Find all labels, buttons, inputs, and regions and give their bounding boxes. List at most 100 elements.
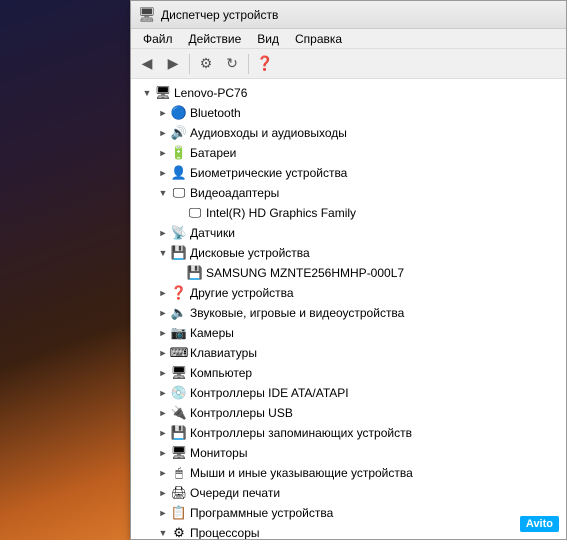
tree-item-processors[interactable]: ⚙ Процессоры xyxy=(131,523,566,539)
processors-icon: ⚙ xyxy=(171,525,187,539)
samsung-expander xyxy=(171,265,187,281)
display-label: Видеоадаптеры xyxy=(190,186,279,200)
usb-label: Контроллеры USB xyxy=(190,406,293,420)
disk-icon: 💾 xyxy=(171,245,187,261)
properties-button[interactable]: ⚙ xyxy=(194,52,218,76)
other-expander[interactable] xyxy=(155,285,171,301)
samsung-icon: 💾 xyxy=(187,265,203,281)
storage-ctrl-expander[interactable] xyxy=(155,425,171,441)
storage-ctrl-icon: 💾 xyxy=(171,425,187,441)
print-label: Очереди печати xyxy=(190,486,280,500)
intel-gpu-icon: 🖵 xyxy=(187,205,203,221)
processors-expander[interactable] xyxy=(155,525,171,539)
tree-item-software[interactable]: 📋 Программные устройства xyxy=(131,503,566,523)
device-manager-window: 🖥 Диспетчер устройств Файл Действие Вид … xyxy=(130,0,567,540)
print-expander[interactable] xyxy=(155,485,171,501)
software-expander[interactable] xyxy=(155,505,171,521)
sensors-icon: 📡 xyxy=(171,225,187,241)
root-expander[interactable] xyxy=(139,85,155,101)
tree-item-display[interactable]: 🖵 Видеоадаптеры xyxy=(131,183,566,203)
menu-help[interactable]: Справка xyxy=(287,30,350,48)
toolbar-separator-1 xyxy=(189,54,190,74)
help-button[interactable]: ❓ xyxy=(253,52,277,76)
keyboards-expander[interactable] xyxy=(155,345,171,361)
mice-label: Мыши и иные указывающие устройства xyxy=(190,466,413,480)
tree-item-sensors[interactable]: 📡 Датчики xyxy=(131,223,566,243)
other-icon: ❓ xyxy=(171,285,187,301)
software-label: Программные устройства xyxy=(190,506,333,520)
tree-item-disk[interactable]: 💾 Дисковые устройства xyxy=(131,243,566,263)
device-tree: 🖥 Lenovo-PC76 🔵 Bluetooth 🔊 Аудиовходы и… xyxy=(131,79,566,539)
processors-label: Процессоры xyxy=(190,526,260,539)
menu-file[interactable]: Файл xyxy=(135,30,181,48)
tree-item-print[interactable]: 🖨 Очереди печати xyxy=(131,483,566,503)
tree-item-storage-ctrl[interactable]: 💾 Контроллеры запоминающих устройств xyxy=(131,423,566,443)
tree-item-computer[interactable]: 🖥 Компьютер xyxy=(131,363,566,383)
other-label: Другие устройства xyxy=(190,286,294,300)
tree-item-intel-gpu[interactable]: 🖵 Intel(R) HD Graphics Family xyxy=(131,203,566,223)
tree-content: 🖥 Lenovo-PC76 🔵 Bluetooth 🔊 Аудиовходы и… xyxy=(131,79,566,539)
menu-view[interactable]: Вид xyxy=(249,30,287,48)
toolbar: ◀ ▶ ⚙ ↻ ❓ xyxy=(131,49,566,79)
tree-item-keyboards[interactable]: ⌨ Клавиатуры xyxy=(131,343,566,363)
monitors-icon: 🖥 xyxy=(171,445,187,461)
ide-label: Контроллеры IDE ATA/ATAPI xyxy=(190,386,349,400)
tree-item-other[interactable]: ❓ Другие устройства xyxy=(131,283,566,303)
window-title: Диспетчер устройств xyxy=(161,8,278,22)
menu-bar: Файл Действие Вид Справка xyxy=(131,29,566,49)
samsung-label: SAMSUNG MZNTE256HMHP-000L7 xyxy=(206,266,404,280)
cameras-icon: 📷 xyxy=(171,325,187,341)
mice-icon: 🖱 xyxy=(171,465,187,481)
forward-button[interactable]: ▶ xyxy=(161,52,185,76)
tree-item-cameras[interactable]: 📷 Камеры xyxy=(131,323,566,343)
sound-label: Звуковые, игровые и видеоустройства xyxy=(190,306,404,320)
battery-icon: 🔋 xyxy=(171,145,187,161)
biometric-expander[interactable] xyxy=(155,165,171,181)
monitors-label: Мониторы xyxy=(190,446,247,460)
tree-item-usb[interactable]: 🔌 Контроллеры USB xyxy=(131,403,566,423)
menu-action[interactable]: Действие xyxy=(181,30,250,48)
tree-item-sound[interactable]: 🔈 Звуковые, игровые и видеоустройства xyxy=(131,303,566,323)
root-icon: 🖥 xyxy=(155,85,171,101)
usb-expander[interactable] xyxy=(155,405,171,421)
computer-expander[interactable] xyxy=(155,365,171,381)
tree-item-samsung[interactable]: 💾 SAMSUNG MZNTE256HMHP-000L7 xyxy=(131,263,566,283)
tree-item-monitors[interactable]: 🖥 Мониторы xyxy=(131,443,566,463)
sound-expander[interactable] xyxy=(155,305,171,321)
root-label: Lenovo-PC76 xyxy=(174,86,247,100)
monitors-expander[interactable] xyxy=(155,445,171,461)
tree-item-battery[interactable]: 🔋 Батареи xyxy=(131,143,566,163)
back-button[interactable]: ◀ xyxy=(135,52,159,76)
display-icon: 🖵 xyxy=(171,185,187,201)
intel-gpu-label: Intel(R) HD Graphics Family xyxy=(206,206,356,220)
disk-expander[interactable] xyxy=(155,245,171,261)
battery-expander[interactable] xyxy=(155,145,171,161)
tree-item-mice[interactable]: 🖱 Мыши и иные указывающие устройства xyxy=(131,463,566,483)
biometric-icon: 👤 xyxy=(171,165,187,181)
mice-expander[interactable] xyxy=(155,465,171,481)
computer-label: Компьютер xyxy=(190,366,252,380)
ide-icon: 💿 xyxy=(171,385,187,401)
sensors-expander[interactable] xyxy=(155,225,171,241)
tree-item-ide[interactable]: 💿 Контроллеры IDE ATA/ATAPI xyxy=(131,383,566,403)
keyboards-label: Клавиатуры xyxy=(190,346,257,360)
tree-item-biometric[interactable]: 👤 Биометрические устройства xyxy=(131,163,566,183)
cameras-expander[interactable] xyxy=(155,325,171,341)
sensors-label: Датчики xyxy=(190,226,235,240)
bluetooth-icon: 🔵 xyxy=(171,105,187,121)
audio-expander[interactable] xyxy=(155,125,171,141)
tree-root[interactable]: 🖥 Lenovo-PC76 xyxy=(131,83,566,103)
avito-badge: Avito xyxy=(520,516,559,532)
bluetooth-expander[interactable] xyxy=(155,105,171,121)
cameras-label: Камеры xyxy=(190,326,234,340)
window-icon: 🖥 xyxy=(139,7,155,23)
tree-item-audio[interactable]: 🔊 Аудиовходы и аудиовыходы xyxy=(131,123,566,143)
refresh-button[interactable]: ↻ xyxy=(220,52,244,76)
tree-item-bluetooth[interactable]: 🔵 Bluetooth xyxy=(131,103,566,123)
software-icon: 📋 xyxy=(171,505,187,521)
toolbar-separator-2 xyxy=(248,54,249,74)
usb-icon: 🔌 xyxy=(171,405,187,421)
display-expander[interactable] xyxy=(155,185,171,201)
ide-expander[interactable] xyxy=(155,385,171,401)
biometric-label: Биометрические устройства xyxy=(190,166,347,180)
